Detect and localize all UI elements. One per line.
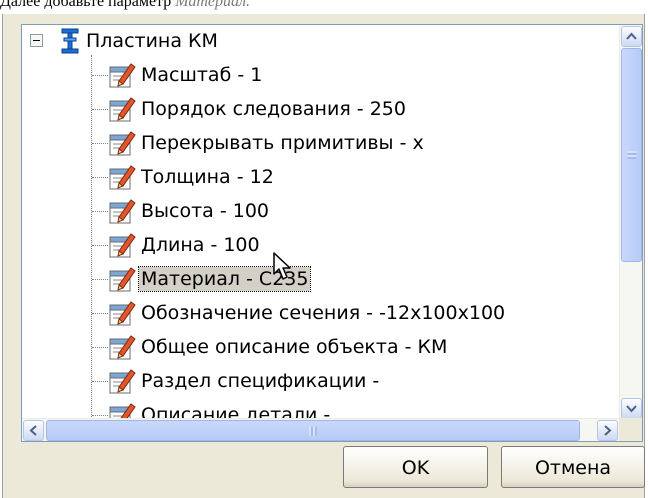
tree-connector — [92, 279, 108, 280]
tree-connector — [92, 75, 108, 76]
plate-structure-icon — [61, 28, 79, 54]
parameter-edit-icon — [109, 301, 136, 326]
scroll-right-button[interactable] — [597, 420, 618, 441]
scroll-left-button[interactable] — [23, 420, 44, 441]
tree-item-selected[interactable]: Материал - С235 — [22, 263, 621, 297]
grip-icon — [627, 151, 636, 159]
tree-item-label: Масштаб - 1 — [141, 64, 263, 86]
tree-connector — [92, 415, 108, 416]
parameter-edit-icon — [109, 131, 136, 156]
tree-connector — [92, 143, 108, 144]
parameter-edit-icon — [109, 97, 136, 122]
parameter-edit-icon — [109, 267, 136, 292]
ok-button[interactable]: OK — [343, 446, 488, 488]
tree-view[interactable]: Пластина КМ Масштаб - 1 Порядок следован… — [22, 25, 621, 420]
chevron-right-icon — [604, 425, 612, 436]
cancel-button[interactable]: Отмена — [501, 446, 645, 488]
tree-item[interactable]: Раздел спецификации - — [22, 365, 621, 399]
parameter-edit-icon — [109, 369, 136, 394]
tree-connector — [92, 245, 108, 246]
tree-item[interactable]: Описание детали - — [22, 399, 621, 420]
parameter-edit-icon — [109, 63, 136, 88]
tree-panel: Пластина КМ Масштаб - 1 Порядок следован… — [21, 24, 643, 442]
tree-item-label: Общее описание объекта - КМ — [141, 336, 448, 358]
tree-item[interactable]: Порядок следования - 250 — [22, 93, 621, 127]
tree-item[interactable]: Толщина - 12 — [22, 161, 621, 195]
vertical-scrollbar[interactable] — [619, 25, 642, 420]
tree-item-label: Обозначение сечения - -12x100x100 — [141, 302, 506, 324]
tree-item[interactable]: Длина - 100 — [22, 229, 621, 263]
parameter-edit-icon — [109, 165, 136, 190]
tree-item[interactable]: Обозначение сечения - -12x100x100 — [22, 297, 621, 331]
parameters-dialog: Пластина КМ Масштаб - 1 Порядок следован… — [2, 14, 645, 498]
parameter-edit-icon — [109, 199, 136, 224]
root-label: Пластина КМ — [86, 30, 218, 52]
caption-text: Далее добавьте параметр Материал. — [0, 0, 250, 13]
tree-item[interactable]: Общее описание объекта - КМ — [22, 331, 621, 365]
horizontal-scrollbar[interactable] — [22, 418, 621, 441]
parameter-edit-icon — [109, 233, 136, 258]
chevron-down-icon — [626, 405, 637, 413]
tree-item[interactable]: Высота - 100 — [22, 195, 621, 229]
tree-item-label: Толщина - 12 — [141, 166, 274, 188]
caption-main: Далее добавьте параметр — [0, 0, 176, 10]
tree-connector — [92, 211, 108, 212]
vertical-scroll-thumb[interactable] — [621, 48, 642, 262]
tree-root-node[interactable]: Пластина КМ — [22, 25, 621, 59]
collapse-icon[interactable] — [30, 34, 43, 47]
tree-connector — [92, 177, 108, 178]
chevron-left-icon — [29, 425, 37, 436]
tree-item-label: Перекрывать примитивы - x — [141, 132, 424, 154]
horizontal-scroll-thumb[interactable] — [46, 420, 580, 441]
tree-item-label: Раздел спецификации - — [141, 370, 380, 392]
tree-item[interactable]: Масштаб - 1 — [22, 59, 621, 93]
tree-connector — [92, 347, 108, 348]
tree-item-label: Длина - 100 — [141, 234, 260, 256]
mouse-pointer-icon — [273, 252, 291, 280]
tree-connector — [92, 109, 108, 110]
parameter-edit-icon — [109, 335, 136, 360]
scroll-up-button[interactable] — [621, 26, 642, 47]
tree-item-label: Высота - 100 — [141, 200, 270, 222]
caption-italic: Материал. — [175, 0, 250, 10]
chevron-up-icon — [626, 32, 637, 40]
tree-connector — [92, 381, 108, 382]
scrollbar-corner — [619, 418, 642, 441]
tree-item-label: Порядок следования - 250 — [141, 98, 406, 120]
tree-item[interactable]: Перекрывать примитивы - x — [22, 127, 621, 161]
grip-icon — [309, 426, 317, 435]
scroll-down-button[interactable] — [621, 398, 642, 419]
tree-connector — [92, 313, 108, 314]
